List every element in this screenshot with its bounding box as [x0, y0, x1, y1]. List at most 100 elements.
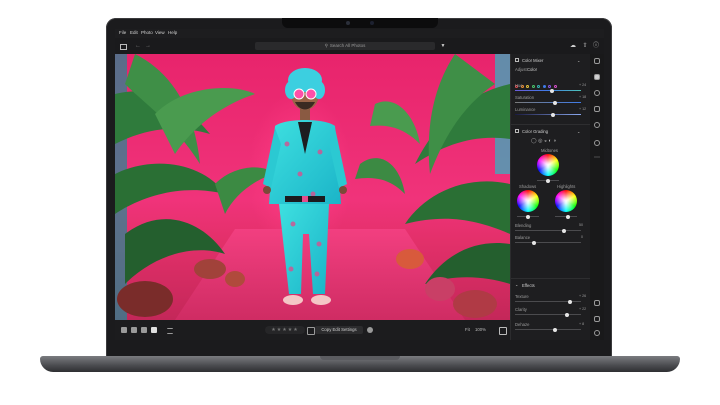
hue-value[interactable]: + 24	[579, 83, 586, 87]
balance-value[interactable]: 0	[581, 235, 583, 239]
settings-icon[interactable]	[367, 327, 373, 333]
zoom-level[interactable]: 100%	[475, 327, 486, 332]
luminance-value[interactable]: + 12	[579, 107, 586, 111]
back-icon[interactable]: ←	[135, 43, 141, 49]
forward-icon[interactable]: →	[145, 43, 151, 49]
shadows-slider-knob[interactable]	[526, 214, 530, 219]
dehaze-slider[interactable]	[515, 327, 581, 332]
shadows-color-wheel[interactable]	[517, 190, 539, 212]
fit-label[interactable]: Fit	[465, 327, 470, 332]
menu-edit[interactable]: Edit	[130, 30, 138, 35]
swatch-aqua[interactable]	[537, 85, 540, 88]
search-input[interactable]: ⚲ Search All Photos	[255, 42, 435, 50]
expand-chevron-icon[interactable]: ⌄	[515, 282, 519, 287]
adjust-icon[interactable]	[594, 74, 600, 80]
hue-slider-knob[interactable]	[550, 88, 554, 93]
grid-view-icon[interactable]	[121, 327, 127, 333]
texture-value[interactable]: + 26	[579, 294, 586, 298]
midtones-slider-knob[interactable]	[546, 178, 550, 183]
highlights-color-wheel[interactable]	[555, 190, 577, 212]
effects-title[interactable]: Effects	[522, 283, 535, 288]
more-options-icon[interactable]: ⋯	[594, 155, 600, 162]
swatch-yellow[interactable]	[526, 85, 529, 88]
tag-icon[interactable]	[594, 316, 600, 322]
color-grading-title[interactable]: Color Grading	[522, 129, 548, 134]
highlights-label: Highlights	[557, 184, 576, 189]
rating-stars[interactable]: ★★★★★	[265, 326, 305, 334]
blending-value[interactable]: 50	[579, 223, 583, 227]
saturation-label: Saturation	[515, 95, 535, 100]
dehaze-slider-knob[interactable]	[553, 327, 557, 332]
bottom-toolbar: ★★★★★ Copy Edit Settings Fit 100%	[115, 320, 510, 340]
comment-icon[interactable]	[594, 300, 600, 306]
tool-rail: ⋯	[590, 54, 604, 340]
clarity-slider-knob[interactable]	[565, 312, 569, 317]
hue-label: Hue	[515, 83, 523, 88]
flag-icon[interactable]	[307, 327, 315, 335]
help-icon[interactable]: ⓘ	[593, 43, 599, 49]
app-window: File Edit Photo View Help ← → ⚲ Search Al…	[115, 29, 604, 340]
shadows-luminance-slider[interactable]	[517, 214, 539, 219]
detail-view-icon[interactable]	[141, 327, 147, 333]
color-grading-toggle[interactable]	[515, 129, 519, 133]
midtones-luminance-slider[interactable]	[537, 178, 559, 183]
color-mixer-title[interactable]: Color Mixer	[522, 58, 543, 63]
menu-file[interactable]: File	[119, 30, 126, 35]
luminance-slider[interactable]	[515, 112, 581, 117]
saturation-slider-knob[interactable]	[553, 100, 557, 105]
swatch-purple[interactable]	[548, 85, 551, 88]
menu-bar: File Edit Photo View Help	[115, 29, 604, 38]
hue-slider[interactable]	[515, 88, 581, 93]
single-view-icon[interactable]	[151, 327, 157, 333]
dehaze-value[interactable]: + 8	[579, 322, 584, 326]
clarity-label: Clarity	[515, 307, 527, 312]
clarity-slider[interactable]	[515, 312, 581, 317]
collapse-chevron-icon[interactable]: ⌄	[577, 58, 581, 63]
history-icon[interactable]	[594, 140, 600, 146]
cloud-sync-icon[interactable]: ☁	[570, 43, 576, 49]
blending-slider-knob[interactable]	[562, 228, 566, 233]
info-icon[interactable]	[594, 330, 600, 336]
highlights-slider-knob[interactable]	[566, 214, 570, 219]
midtones-color-wheel[interactable]	[537, 154, 559, 176]
filter-icon[interactable]: ▼	[440, 43, 446, 49]
laptop-hinge-lip	[320, 356, 400, 360]
edit-sliders-icon[interactable]	[594, 58, 600, 64]
color-mixer-toggle[interactable]	[515, 58, 519, 62]
collapse-chevron-icon[interactable]: ⌄	[577, 129, 581, 134]
saturation-slider[interactable]	[515, 100, 581, 105]
grading-mode-icons[interactable]: ◯◎◒◐◑	[531, 138, 558, 144]
midtones-label: Midtones	[541, 148, 558, 153]
swatch-green[interactable]	[531, 85, 535, 88]
luminance-label: Luminance	[515, 107, 536, 112]
luminance-slider-knob[interactable]	[551, 112, 555, 117]
masking-icon[interactable]	[594, 122, 600, 128]
texture-label: Texture	[515, 294, 529, 299]
dehaze-label: Dehaze	[515, 322, 530, 327]
swatch-blue[interactable]	[542, 85, 546, 88]
photo-canvas[interactable]	[115, 54, 510, 320]
sort-icon[interactable]	[167, 328, 173, 334]
balance-slider[interactable]	[515, 240, 581, 245]
saturation-value[interactable]: + 18	[579, 95, 586, 99]
balance-label: Balance	[515, 235, 531, 240]
compare-icon[interactable]	[499, 327, 507, 335]
menu-photo[interactable]: Photo	[141, 30, 153, 35]
crop-icon[interactable]	[594, 90, 600, 96]
healing-icon[interactable]	[594, 106, 600, 112]
swatch-magenta[interactable]	[553, 85, 557, 88]
highlights-luminance-slider[interactable]	[555, 214, 577, 219]
square-grid-icon[interactable]	[131, 327, 137, 333]
adjust-select[interactable]: Color	[527, 67, 537, 72]
menu-help[interactable]: Help	[168, 30, 177, 35]
balance-slider-knob[interactable]	[532, 240, 536, 245]
panel-toggle-icon[interactable]	[120, 44, 127, 50]
blending-slider[interactable]	[515, 228, 581, 233]
share-icon[interactable]: ⇧	[582, 43, 588, 49]
search-icon: ⚲	[324, 43, 328, 48]
texture-slider-knob[interactable]	[568, 299, 572, 304]
texture-slider[interactable]	[515, 299, 581, 304]
copy-edit-settings-button[interactable]: Copy Edit Settings	[315, 326, 363, 334]
clarity-value[interactable]: + 22	[579, 307, 586, 311]
menu-view[interactable]: View	[155, 30, 165, 35]
